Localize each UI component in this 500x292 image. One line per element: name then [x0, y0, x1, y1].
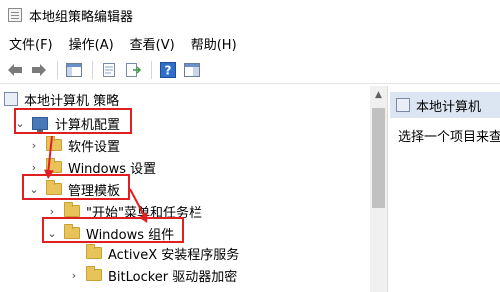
menu-bar: 文件(F) 操作(A) 查看(V) 帮助(H)	[0, 32, 500, 54]
window-title: 本地组策略编辑器	[29, 9, 134, 25]
scroll-thumb[interactable]	[372, 108, 385, 208]
tree-item-label: ActiveX 安装程序服务	[108, 247, 240, 263]
annotation-arrow-head	[43, 169, 54, 180]
folder-icon	[86, 244, 102, 259]
tree-item-label: BitLocker 驱动器加密	[108, 269, 238, 285]
highlight-box-computer-config	[14, 108, 132, 134]
folder-icon	[86, 266, 102, 281]
folder-icon	[46, 136, 62, 151]
details-header-label: 本地计算机	[416, 99, 482, 115]
scroll-up-arrow-icon[interactable]: ▲	[370, 86, 387, 103]
tree-scrollbar[interactable]: ▲	[370, 86, 387, 292]
tree-item-root[interactable]: 本地计算机 策略	[4, 88, 119, 110]
policy-document-icon	[396, 98, 410, 112]
view-pane-icon[interactable]	[181, 59, 203, 81]
svg-text:?: ?	[165, 63, 172, 77]
chevron-right-icon[interactable]: ›	[28, 161, 40, 174]
tree-item-label: 本地计算机 策略	[24, 93, 120, 109]
details-pane: 本地计算机 选择一个项目来查	[390, 86, 500, 292]
title-bar: 本地组策略编辑器	[0, 0, 500, 30]
menu-action[interactable]: 操作(A)	[61, 34, 122, 53]
highlight-box-windows-components	[42, 217, 184, 243]
policy-document-icon	[4, 92, 18, 106]
menu-help[interactable]: 帮助(H)	[183, 34, 245, 53]
export-list-icon[interactable]	[122, 59, 144, 81]
toolbar-separator	[151, 60, 152, 79]
toolbar-separator	[57, 60, 58, 79]
tree-item-label: 软件设置	[68, 139, 121, 155]
chevron-right-icon[interactable]: ›	[46, 205, 58, 218]
tree-item-bitlocker[interactable]: › BitLocker 驱动器加密	[68, 264, 237, 286]
details-hint-text: 选择一个项目来查	[398, 130, 500, 145]
policy-editor-app-icon	[8, 8, 22, 22]
details-header: 本地计算机	[390, 92, 500, 118]
forward-arrow-icon[interactable]	[28, 59, 50, 81]
chevron-right-icon[interactable]: ›	[68, 269, 80, 282]
help-icon[interactable]: ?	[157, 59, 179, 81]
tree-item-activex[interactable]: ActiveX 安装程序服务	[86, 242, 239, 264]
show-hide-tree-icon[interactable]	[63, 59, 85, 81]
menu-view[interactable]: 查看(V)	[122, 34, 183, 53]
toolbar-separator	[92, 60, 93, 79]
tree-pane: 本地计算机 策略 ⌄ 计算机配置 › 软件设置 › Windows 设置 ⌄ 管…	[0, 86, 388, 292]
toolbar: ?	[0, 56, 500, 84]
chevron-right-icon[interactable]: ›	[28, 139, 40, 152]
folder-icon	[64, 202, 80, 217]
tree-item-software-settings[interactable]: › 软件设置	[28, 134, 120, 156]
highlight-box-admin-templates	[22, 174, 130, 200]
properties-icon[interactable]	[98, 59, 120, 81]
back-arrow-icon[interactable]	[4, 59, 26, 81]
menu-file[interactable]: 文件(F)	[0, 34, 61, 53]
